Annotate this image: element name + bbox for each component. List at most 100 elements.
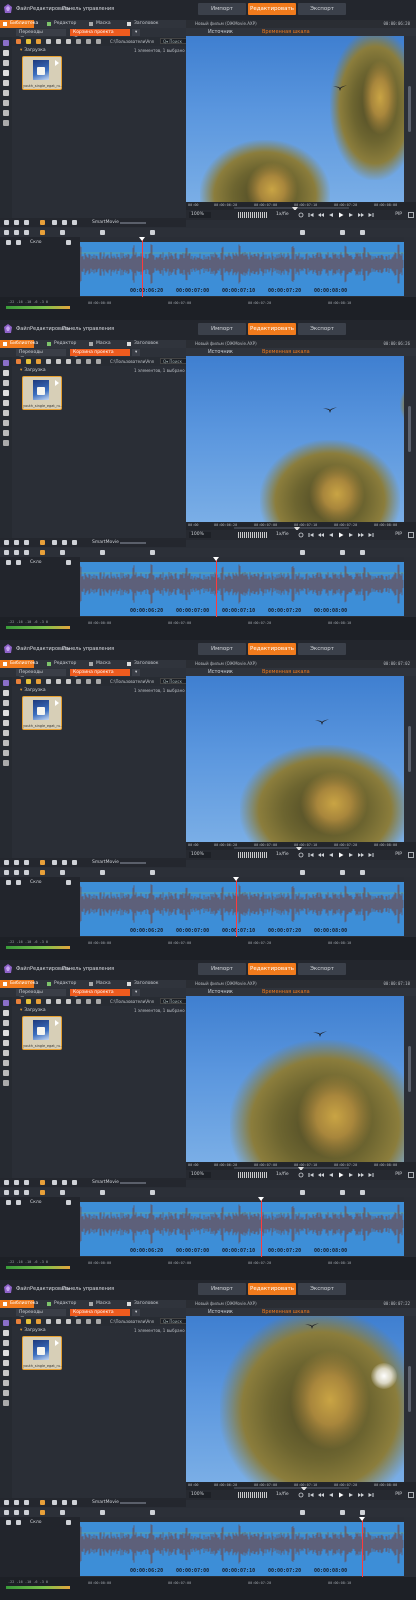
speed-select[interactable]: 1x/fie [276,1172,289,1177]
preview-ruler[interactable]: 00:00 00:00:06:20 00:00:07:00 00:00:07:1… [186,522,416,531]
magnet-icon[interactable] [150,1510,155,1515]
razor-icon[interactable] [14,550,19,555]
fit-icon[interactable] [300,1190,305,1195]
tab-source[interactable]: Источник [208,988,233,996]
fast-forward-icon[interactable] [358,1492,364,1498]
text-tool-icon[interactable] [72,860,77,865]
media-clip-thumbnail[interactable]: youth_single_egat_ru... [22,56,64,90]
gear-icon[interactable] [3,1390,9,1396]
track-name[interactable]: Скло [30,1520,42,1525]
timeline-scrollbar[interactable] [404,1517,416,1577]
tab-title[interactable]: Заголовок [124,1300,168,1308]
folder-icon[interactable] [46,999,51,1004]
play-arrow-icon[interactable] [55,1020,59,1026]
preview-ruler[interactable]: 00:00 00:00:06:20 00:00:07:00 00:00:07:1… [186,1482,416,1491]
tab-export[interactable]: Экспорт [298,323,346,335]
zoom-select[interactable]: 100% [189,1172,211,1178]
audio-clip[interactable]: 00:00:06:20 00:00:07:00 00:00:07:10 00:00:0… [80,242,404,296]
snap-icon[interactable] [60,1190,65,1195]
rewind-icon[interactable] [318,532,324,538]
eye-icon[interactable] [16,880,21,885]
undo-icon[interactable] [24,220,29,225]
music-filter-icon[interactable] [36,39,41,44]
tab-timeline[interactable]: Временная шкала [262,28,310,36]
grid-view-icon[interactable] [86,359,91,364]
undo-icon[interactable] [24,540,29,545]
breadcrumb-project-bin[interactable]: Корзина проекта (Без... [70,669,130,682]
marker-icon[interactable] [40,1510,45,1515]
smart-movie-label[interactable]: SmartMovie [92,540,119,545]
tab-mask[interactable]: Маска [86,20,120,28]
music-icon[interactable] [3,1350,9,1356]
razor-icon[interactable] [14,230,19,235]
grid-view-icon[interactable] [86,679,91,684]
library-zoom-slider[interactable] [120,542,146,544]
chevron-down-icon[interactable]: ▾ [132,989,140,996]
trash-icon[interactable] [14,220,19,225]
fx-icon[interactable] [40,1180,45,1185]
filter-icon[interactable] [3,1060,9,1066]
audio-clip[interactable]: 00:00:06:20 00:00:07:00 00:00:07:10 00:00:0… [80,882,404,936]
zoom-select[interactable]: 100% [189,852,211,858]
menu-file[interactable]: Файл [16,1286,30,1292]
star-icon[interactable] [16,999,21,1004]
step-forward-icon[interactable] [348,852,354,858]
zoom-select[interactable]: 100% [189,532,211,538]
smart-movie-label[interactable]: SmartMovie [92,220,119,225]
sort-icon[interactable] [96,679,101,684]
fx-icon[interactable] [40,540,45,545]
list-view-icon[interactable] [76,999,81,1004]
camera-icon[interactable] [66,999,71,1004]
settings-icon[interactable] [4,870,9,875]
skip-start-icon[interactable] [308,852,314,858]
photo-icon[interactable] [3,690,9,696]
load-section-header[interactable]: ▾ Загрузка [20,1328,46,1333]
grid-view-icon[interactable] [86,1319,91,1324]
step-back-icon[interactable] [328,212,334,218]
load-section-header[interactable]: ▾ Загрузка [20,1008,46,1013]
lock-icon[interactable] [6,880,11,885]
tab-editor[interactable]: Редактор [44,340,80,348]
scrollbar-thumb[interactable] [408,406,411,452]
music-filter-icon[interactable] [36,999,41,1004]
menu-file[interactable]: Файл [16,326,30,332]
track-name[interactable]: Скло [30,240,42,245]
magnet-icon[interactable] [150,870,155,875]
trash-icon[interactable] [14,860,19,865]
play-icon[interactable] [338,212,344,218]
tab-library[interactable]: Библиотека [0,980,38,988]
jog-wheel[interactable] [238,532,268,538]
scrub-bar[interactable] [234,527,349,529]
delete-icon[interactable] [24,550,29,555]
tab-edit[interactable]: Редактировать [248,1283,296,1295]
text-icon[interactable] [3,720,9,726]
timeline-playhead[interactable] [361,1518,363,1577]
eye-icon[interactable] [16,560,21,565]
media-clip-thumbnail[interactable]: youth_single_egat_ru... [22,376,64,410]
marker-icon[interactable] [40,550,45,555]
loop-icon[interactable] [298,1492,304,1498]
camera-icon[interactable] [66,679,71,684]
effect-icon[interactable] [3,60,9,66]
audio-clip[interactable]: 00:00:06:20 00:00:07:00 00:00:07:10 00:00:0… [80,1522,404,1576]
fullscreen-icon[interactable] [408,212,414,218]
tab-title[interactable]: Заголовок [124,340,168,348]
media-clip-thumbnail[interactable]: youth_single_egat_ru... [22,696,64,730]
audio-icon[interactable] [52,220,57,225]
loop-icon[interactable] [298,532,304,538]
transition-icon[interactable] [3,1050,9,1056]
project-icon[interactable] [3,360,9,366]
speed-select[interactable]: 1x/fie [276,532,289,537]
breadcrumb-project-bin[interactable]: Корзина проекта (Без... [70,29,130,42]
timeline-scrollbar[interactable] [404,877,416,937]
lock-icon[interactable] [6,1520,11,1525]
step-back-icon[interactable] [328,1172,334,1178]
preview-ruler[interactable]: 00:00 00:00:06:20 00:00:07:00 00:00:07:1… [186,842,416,851]
step-forward-icon[interactable] [348,1172,354,1178]
trash-icon[interactable] [14,1180,19,1185]
jog-wheel[interactable] [238,212,268,218]
settings-icon[interactable] [4,1510,9,1515]
lock-icon[interactable] [6,560,11,565]
pip-button[interactable]: PIP [395,852,402,857]
pip-button[interactable]: PIP [395,212,402,217]
